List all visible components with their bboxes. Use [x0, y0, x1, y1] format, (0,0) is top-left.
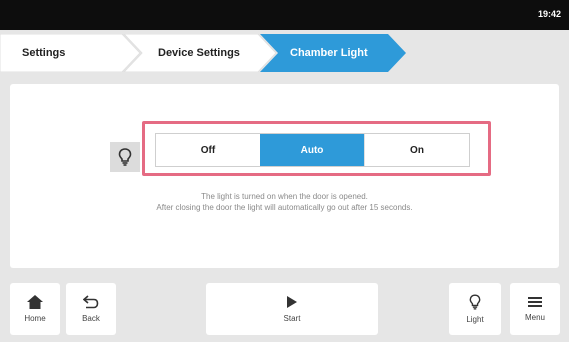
breadcrumb: Settings Device Settings Chamber Light	[0, 34, 569, 72]
light-mode-on-button[interactable]: On	[364, 134, 469, 166]
back-button[interactable]: Back	[66, 283, 116, 335]
start-button[interactable]: Start	[206, 283, 378, 335]
light-label: Light	[466, 315, 484, 324]
description-line-2: After closing the door the light will au…	[156, 203, 413, 212]
back-arrow-icon	[83, 295, 99, 309]
light-mode-off-button[interactable]: Off	[156, 134, 260, 166]
status-clock: 19:42	[537, 9, 561, 19]
home-label: Home	[24, 314, 46, 323]
menu-icon	[528, 297, 542, 307]
light-mode-description: The light is turned on when the door is …	[60, 191, 509, 213]
start-label: Start	[283, 314, 301, 323]
breadcrumb-item-device-settings[interactable]: Device Settings	[158, 34, 240, 72]
description-line-1: The light is turned on when the door is …	[201, 192, 368, 201]
light-bulb-nav-icon	[469, 294, 481, 310]
light-button[interactable]: Light	[449, 283, 501, 335]
breadcrumb-item-chamber-light: Chamber Light	[290, 47, 368, 59]
light-mode-auto-button[interactable]: Auto	[260, 134, 364, 166]
light-mode-selector: Off Auto On	[155, 133, 470, 167]
play-icon	[287, 296, 297, 308]
status-bar: 19:42	[0, 0, 569, 30]
menu-label: Menu	[524, 313, 545, 322]
home-icon	[27, 295, 43, 309]
home-button[interactable]: Home	[10, 283, 60, 335]
light-bulb-icon	[110, 142, 140, 172]
back-label: Back	[82, 314, 100, 323]
breadcrumb-item-settings[interactable]: Settings	[22, 34, 65, 72]
settings-panel	[10, 84, 559, 268]
breadcrumb-shapes	[0, 34, 406, 72]
menu-button[interactable]: Menu	[510, 283, 560, 335]
